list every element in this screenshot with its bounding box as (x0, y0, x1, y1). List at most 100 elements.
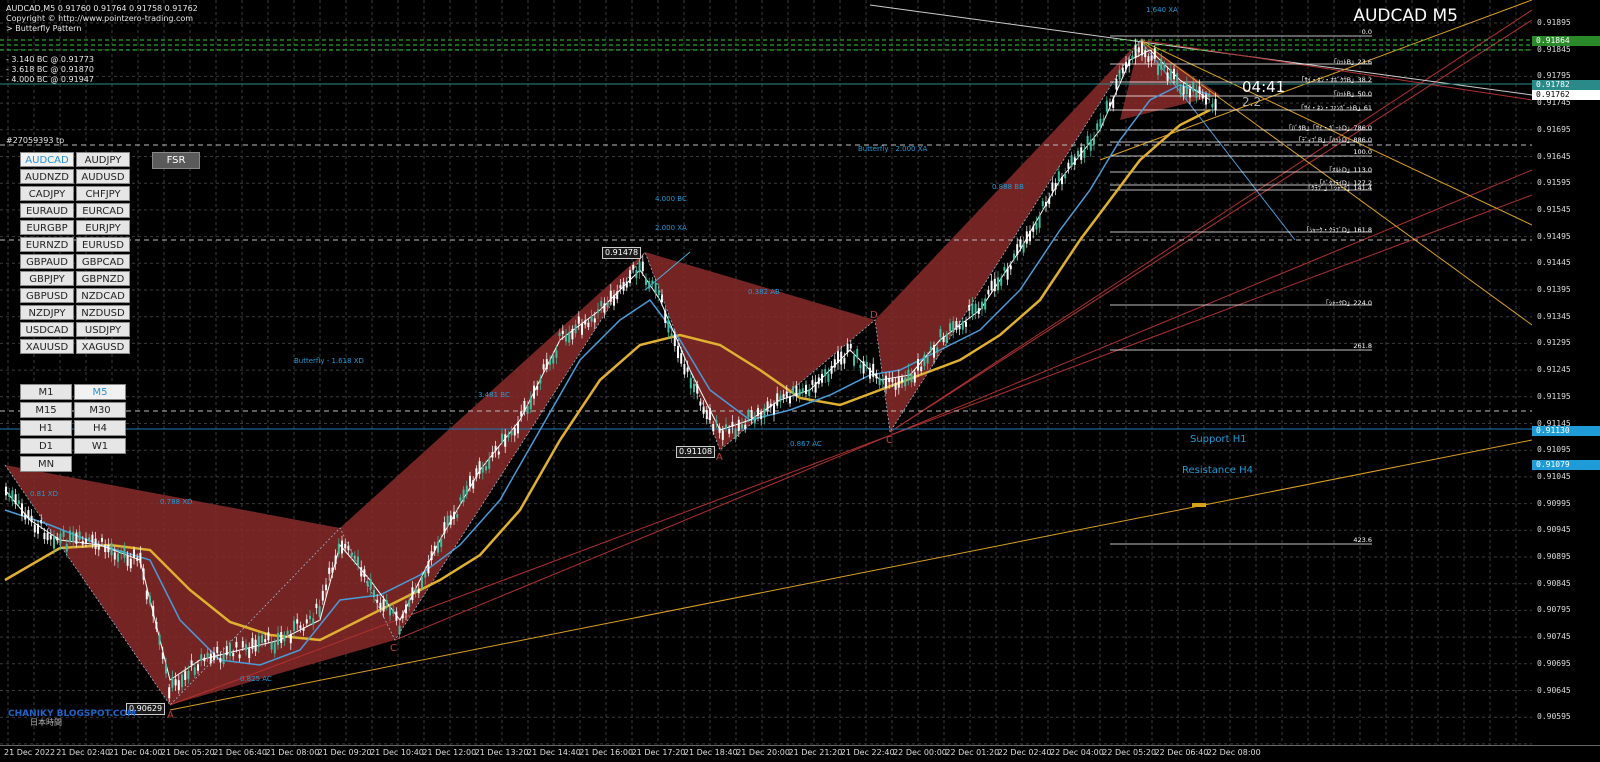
timeframe-button-mn[interactable]: MN (20, 456, 72, 472)
candle-body (309, 615, 311, 620)
candle-body (142, 568, 145, 580)
pair-button-cadjpy[interactable]: CADJPY (20, 186, 74, 201)
candle-body (824, 369, 827, 377)
candle-body (744, 424, 747, 430)
candle-body (328, 567, 331, 574)
candle-body (737, 419, 740, 431)
candle-body (529, 397, 532, 410)
chart-area[interactable]: AUDCAD,M5 0.91760 0.91764 0.91758 0.9176… (0, 0, 1532, 745)
time-axis-label: 21 Dec 20:00 (736, 748, 790, 757)
candle-body (837, 351, 839, 363)
pair-button-nzdusd[interactable]: NZDUSD (76, 305, 130, 320)
candle-body (526, 406, 529, 414)
candle-body (1150, 55, 1153, 61)
pair-button-gbpusd[interactable]: GBPUSD (20, 288, 74, 303)
candle-body (491, 452, 494, 458)
candle-body (443, 522, 446, 534)
candle-body (424, 571, 427, 578)
timeframe-button-m30[interactable]: M30 (74, 402, 126, 418)
pair-button-audusd[interactable]: AUDUSD (76, 169, 130, 184)
candle-body (952, 321, 955, 332)
candle-body (533, 385, 535, 399)
pair-button-xauusd[interactable]: XAUUSD (20, 339, 74, 354)
time-axis-label: 22 Dec 05:20 (1102, 748, 1157, 757)
candle-body (472, 480, 475, 489)
pair-button-audcad[interactable]: AUDCAD (20, 152, 74, 167)
fib-label: 「ﾃﾞｨﾌﾟB」「ﾊｯﾄD」886.0 (1295, 136, 1372, 144)
fsr-button[interactable]: FSR (152, 152, 200, 169)
candle-body (449, 515, 452, 525)
time-axis-label: 21 Dec 08:00 (265, 748, 320, 757)
price-axis-label: 0.90945 (1537, 525, 1571, 535)
candle-body (523, 400, 526, 412)
candle-body (1029, 230, 1031, 242)
candle-body (891, 378, 894, 383)
candle-body (1099, 118, 1102, 127)
candle-body (641, 261, 644, 272)
candle-body (1176, 73, 1179, 85)
pair-button-gbpjpy[interactable]: GBPJPY (20, 271, 74, 286)
candle-body (318, 606, 321, 617)
time-axis[interactable]: 21 Dec 2022 21 Dec 02:40 21 Dec 04:00 21 De… (0, 745, 1600, 762)
timeframe-button-w1[interactable]: W1 (74, 438, 126, 454)
timeframe-button-m1[interactable]: M1 (20, 384, 72, 400)
candle-body (846, 343, 849, 353)
pair-button-eurjpy[interactable]: EURJPY (76, 220, 130, 235)
price-axis-label: 0.90795 (1537, 605, 1571, 615)
candle-body (1057, 171, 1060, 182)
candle-body (718, 427, 721, 433)
candle-body (609, 290, 612, 302)
candle-body (907, 369, 910, 381)
candle-body (209, 653, 212, 664)
pair-button-audnzd[interactable]: AUDNZD (20, 169, 74, 184)
pair-button-nzdjpy[interactable]: NZDJPY (20, 305, 74, 320)
price-axis-label: 0.90895 (1537, 552, 1571, 561)
pair-button-eurcad[interactable]: EURCAD (76, 203, 130, 218)
pair-button-usdcad[interactable]: USDCAD (20, 322, 74, 337)
candle-body (856, 348, 859, 359)
pair-button-eurnzd[interactable]: EURNZD (20, 237, 74, 252)
pair-button-gbpcad[interactable]: GBPCAD (76, 254, 130, 269)
candle-body (1035, 223, 1038, 230)
pair-button-gbpaud[interactable]: GBPAUD (20, 254, 74, 269)
candle-body (888, 378, 891, 383)
candle-body (241, 641, 244, 648)
price-axis-label: 0.90645 (1537, 685, 1571, 695)
timeframe-button-m5[interactable]: M5 (74, 384, 126, 400)
pair-button-usdjpy[interactable]: USDJPY (76, 322, 130, 337)
candle-body (1080, 147, 1083, 160)
pair-button-chfjpy[interactable]: CHFJPY (76, 186, 130, 201)
candle-body (1083, 149, 1086, 158)
pair-button-audjpy[interactable]: AUDJPY (76, 152, 130, 167)
timeframe-button-d1[interactable]: D1 (20, 438, 72, 454)
timeframe-button-m15[interactable]: M15 (20, 402, 72, 418)
pair-button-eurusd[interactable]: EURUSD (76, 237, 130, 252)
time-axis-label: 21 Dec 02:40 (56, 748, 111, 757)
candle-body (686, 367, 689, 372)
pair-button-eurgbp[interactable]: EURGBP (20, 220, 74, 235)
candle-body (1118, 69, 1121, 80)
pair-button-xagusd[interactable]: XAGUSD (76, 339, 130, 354)
timeframe-button-h4[interactable]: H4 (74, 420, 126, 436)
point-a-1: A (167, 710, 174, 721)
candle-body (1211, 103, 1214, 108)
timeframe-button-h1[interactable]: H1 (20, 420, 72, 436)
candle-body (1160, 58, 1163, 70)
pair-button-gbpnzd[interactable]: GBPNZD (76, 271, 130, 286)
candle-body (894, 383, 897, 390)
candle-body (1201, 94, 1204, 99)
candle-body (405, 604, 407, 614)
candle-body (296, 619, 299, 624)
candle-body (1189, 88, 1191, 98)
candle-body (11, 490, 14, 502)
candle-body (433, 545, 436, 551)
pair-button-euraud[interactable]: EURAUD (20, 203, 74, 218)
candle-body (17, 500, 20, 504)
point-c-2: C (886, 435, 893, 446)
candle-body (1205, 94, 1207, 105)
candle-body (469, 475, 471, 487)
candle-body (5, 486, 7, 496)
pair-button-nzdcad[interactable]: NZDCAD (76, 288, 130, 303)
candle-body (123, 547, 126, 558)
candle-body (542, 364, 545, 370)
